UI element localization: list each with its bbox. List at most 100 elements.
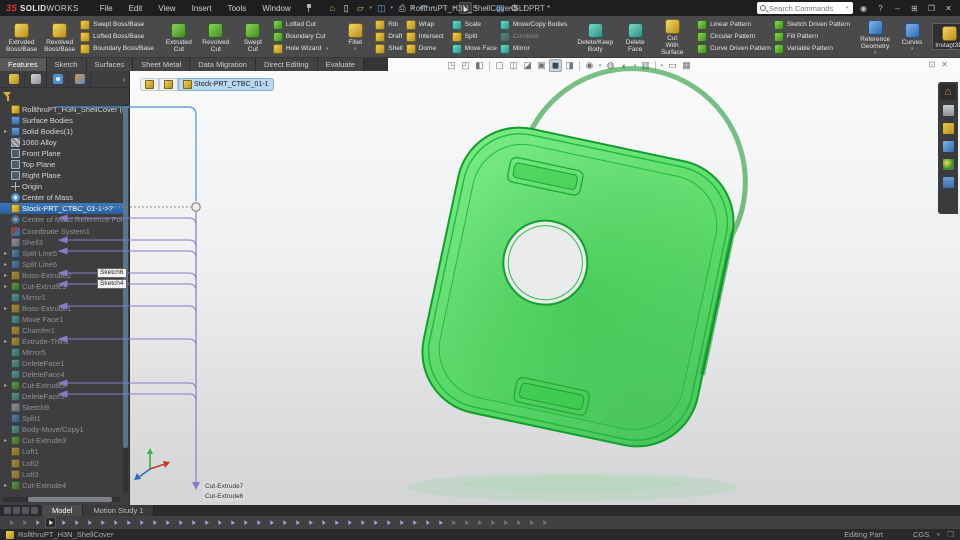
view-palette-icon[interactable] [940,138,956,154]
macro-tool-icon[interactable]: ▲ [32,517,43,528]
intersect-button[interactable]: Intersect [406,32,444,42]
status-tab-icon[interactable]: ❒ [947,530,954,539]
draft-button[interactable]: Draft [375,32,402,42]
macro-tool-icon[interactable]: ▲ [19,517,30,528]
revolved-cut-button[interactable]: Revolved Cut [199,21,233,53]
hide-show-items-icon-caret[interactable]: ▾ [597,63,603,69]
macro-tool-icon[interactable]: ▲ [71,517,82,528]
boundary-boss-button[interactable]: Boundary Boss/Base [80,44,154,54]
ribbon-collapse-icon[interactable]: ⌃ [948,46,954,54]
menu-insert[interactable]: Insert [185,3,219,14]
display-style-icon[interactable]: ◨ [563,59,576,72]
view-settings-icon-caret[interactable]: ▾ [659,63,665,69]
macro-tool-icon[interactable]: ▲ [461,517,472,528]
tree-item[interactable]: ▸Cut-Extrude2 [0,380,123,391]
view-settings-icon[interactable]: ▥ [639,59,652,72]
sketch-driven-pattern-button[interactable]: Sketch Driven Pattern [774,20,850,30]
macro-tool-icon[interactable]: ▲ [58,517,69,528]
report-icon[interactable]: ▤ [494,2,507,14]
extruded-cut-button[interactable]: Extruded Cut [162,21,196,53]
tree-item[interactable]: 1060 Alloy [0,137,123,148]
move-copy-bodies-button[interactable]: Move/Copy Bodies [500,20,568,30]
hole-wizard-button[interactable]: Hole Wizard▾ [273,44,330,54]
split-button[interactable]: Split [452,32,497,42]
dome-button[interactable]: Dome [406,44,444,54]
tree-item[interactable]: Shell3 [0,237,123,248]
tab-direct-editing[interactable]: Direct Editing [256,58,318,71]
mirror-button[interactable]: Mirror [500,44,568,54]
tree-item[interactable]: ▸Cut-Extrude3 [0,435,123,446]
fillet-button[interactable]: Fillet▾ [338,21,372,52]
circular-pattern-button[interactable]: Circular Pattern [697,32,771,42]
macro-tool-icon[interactable]: ▲ [318,517,329,528]
options-gear-icon[interactable]: ⚙ [508,2,521,14]
single-view-icon[interactable]: ▭ [666,59,679,72]
options-gear-icon-caret[interactable]: ▾ [522,5,528,11]
macro-tool-icon[interactable]: ▲ [45,517,56,528]
macro-tool-icon[interactable]: ▲ [474,517,485,528]
shaded-with-edges-icon[interactable]: ▣ [535,59,548,72]
tree-item[interactable]: Front Plane [0,148,123,159]
tab-evaluate[interactable]: Evaluate [318,58,364,71]
traffic-light-icon[interactable]: ◦ [480,2,493,14]
reference-geometry-icon-caret[interactable]: ▾ [872,50,878,56]
macro-tool-icon[interactable]: ▲ [123,517,134,528]
tree-item[interactable]: Loft1 [0,446,123,457]
expand-arrow-icon[interactable]: ▸ [2,272,9,279]
macro-tool-icon[interactable]: ▲ [227,517,238,528]
delete-face-button[interactable]: Delete Face [618,21,652,53]
minimize-icon[interactable]: – [890,2,905,15]
tree-item[interactable]: Loft3 [0,469,123,480]
new-document-icon[interactable]: ▯ [340,2,353,14]
pin-menu-icon[interactable] [304,4,312,12]
tree-item[interactable]: Top Plane [0,159,123,170]
macro-tool-icon[interactable]: ▲ [279,517,290,528]
scale-button[interactable]: Scale [452,20,497,30]
custom-properties-icon[interactable] [940,174,956,190]
tree-item[interactable]: Mirror1 [0,292,123,303]
hole-wizard-icon-caret[interactable]: ▾ [324,46,330,52]
macro-tool-icon[interactable]: ▲ [487,517,498,528]
linear-pattern-button[interactable]: Linear Pattern [697,20,771,30]
save-icon[interactable]: ◫ [375,2,388,14]
macro-tool-icon[interactable]: ▲ [188,517,199,528]
breadcrumb-feature-1[interactable] [140,78,159,91]
tree-item[interactable]: DeleteFace4 [0,369,123,380]
unit-system-selector[interactable]: CGS ▾ ❒ [913,530,954,539]
move-face-button[interactable]: Move Face [452,44,497,54]
tree-item[interactable]: DeleteFace1 [0,358,123,369]
macro-tool-icon[interactable]: ▲ [110,517,121,528]
macro-tool-icon[interactable]: ▲ [422,517,433,528]
hide-show-items-icon[interactable]: ◉ [583,59,596,72]
macro-tool-icon[interactable]: ▲ [539,517,550,528]
curves-button[interactable]: Curves▾ [895,21,929,52]
fillet-icon-caret[interactable]: ▾ [352,46,358,52]
pane-split-icons[interactable] [0,505,42,516]
lofted-cut-button[interactable]: Lofted Cut [273,20,330,30]
swept-boss-button[interactable]: Swept Boss/Base [80,20,154,30]
curve-driven-pattern-button[interactable]: Curve Driven Pattern [697,44,771,54]
home-icon[interactable]: ⌂ [326,2,339,14]
tree-item[interactable]: Center of Mass [0,192,123,203]
macro-tool-icon[interactable]: ▲ [500,517,511,528]
macro-tool-icon[interactable]: ▲ [136,517,147,528]
tree-item[interactable]: Origin [0,181,123,192]
tab-features[interactable]: Features [0,58,47,71]
expand-arrow-icon[interactable]: ▸ [2,482,9,489]
tab-surfaces[interactable]: Surfaces [87,58,134,71]
open-icon-caret[interactable]: ▾ [368,5,374,11]
edit-appearance-icon[interactable]: ◍ [604,59,617,72]
macro-tool-icon[interactable]: ▲ [409,517,420,528]
shell-button[interactable]: Shell [375,44,402,54]
tree-vertical-scrollbar[interactable] [123,104,128,493]
macro-tool-icon[interactable]: ▲ [240,517,251,528]
expand-arrow-icon[interactable]: ▸ [2,283,9,290]
design-library-icon[interactable] [940,102,956,118]
tree-item[interactable]: ▸Extrude-Thin1 [0,336,123,347]
tree-item[interactable]: RollthruPT_H3N_ShellCover (Default) << [0,104,123,115]
featuremanager-tree-tab[interactable] [3,72,25,87]
expand-arrow-icon[interactable]: ▸ [2,250,9,257]
tree-item[interactable]: Split1 [0,413,123,424]
wrap-button[interactable]: Wrap [406,20,444,30]
macro-tool-icon[interactable]: ▲ [201,517,212,528]
